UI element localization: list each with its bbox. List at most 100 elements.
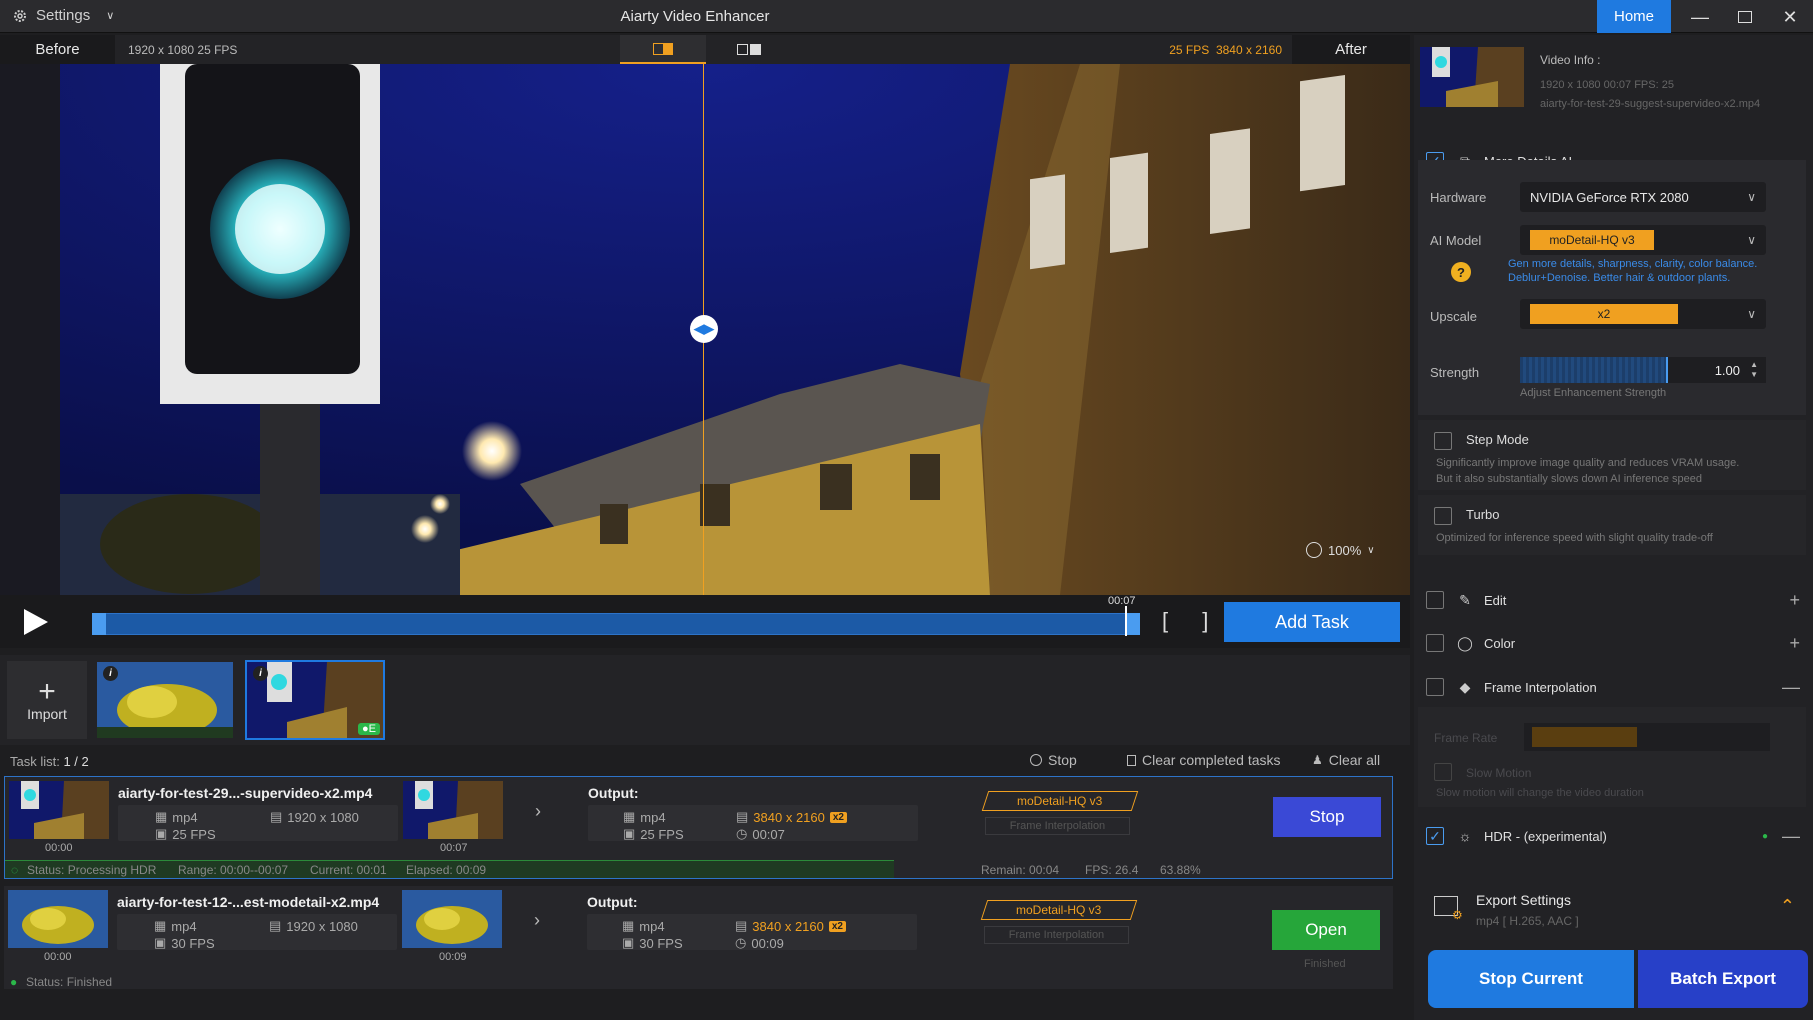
task2-out-resolution-value: 3840 x 2160 [752, 918, 824, 934]
task1-output-thumb [403, 781, 503, 839]
export-settings-label: Export Settings [1476, 892, 1571, 908]
ai-model-select[interactable]: moDetail-HQ v3 ∨ [1520, 225, 1766, 255]
minimize-icon: — [1691, 6, 1709, 27]
task1-out-resolution: ▤ 3840 x 2160 x2 [736, 809, 847, 825]
close-button[interactable]: ✕ [1770, 4, 1810, 30]
media-thumb-street[interactable]: i ●E [245, 660, 385, 740]
maximize-icon [1738, 11, 1752, 23]
color-checkbox[interactable] [1426, 634, 1444, 652]
playhead[interactable] [1125, 606, 1127, 636]
task-row-2[interactable]: 00:00 aiarty-for-test-12-...est-modetail… [4, 886, 1393, 989]
frame-interp-box: Frame Rate Slow Motion Slow motion will … [1418, 707, 1806, 807]
tasklist-count: 1 / 2 [63, 754, 89, 769]
clear-all-button[interactable]: ♟ Clear all [1312, 752, 1380, 768]
expand-plus-icon[interactable]: + [1789, 590, 1800, 611]
play-button[interactable] [18, 605, 52, 639]
split-view-button[interactable] [620, 35, 706, 64]
hdr-section[interactable]: ✓ ☼ HDR - (experimental) ● — [1418, 816, 1806, 856]
resolution-icon: ▤ [269, 918, 282, 933]
task2-name: aiarty-for-test-12-...est-modetail-x2.mp… [117, 894, 380, 910]
timeline-track[interactable] [92, 606, 1140, 636]
task2-fps-value: 30 FPS [171, 935, 215, 951]
task2-format: ▦ mp4 [154, 918, 197, 934]
hdr-label: HDR - (experimental) [1484, 828, 1607, 844]
frame-rate-select[interactable] [1524, 723, 1770, 751]
frame-interp-section[interactable]: ◆ Frame Interpolation — [1418, 667, 1806, 707]
help-icon[interactable]: ? [1451, 262, 1471, 282]
task1-out-duration-value: 00:07 [752, 826, 785, 842]
task1-stop-button[interactable]: Stop [1273, 797, 1381, 837]
task2-status: Status: Finished [26, 975, 113, 989]
stop-all-button[interactable]: Stop [1030, 752, 1077, 768]
stepper-arrows-icon[interactable]: ▲ ▼ [1750, 360, 1758, 380]
side-by-side-button[interactable] [706, 35, 792, 64]
collapse-minus-icon[interactable]: — [1782, 826, 1800, 847]
task1-in-time: 00:00 [45, 842, 73, 854]
color-label: Color [1484, 635, 1516, 651]
split-arrows-icon: ◀▶ [694, 321, 714, 336]
trash-icon [1127, 754, 1136, 766]
split-view-icon [653, 42, 673, 55]
ai-model-desc: Gen more details, sharpness, clarity, co… [1508, 258, 1758, 284]
task-row-1[interactable]: 00:00 aiarty-for-test-29...-supervideo-x… [4, 776, 1393, 879]
edit-section[interactable]: ✎ Edit + [1418, 580, 1806, 620]
home-button[interactable]: Home [1597, 0, 1671, 33]
preview-area: Before 1920 x 1080 25 FPS 25 FPS 3840 x … [0, 35, 1410, 595]
color-section[interactable]: ◯ Color + [1418, 623, 1806, 663]
plus-icon: + [38, 675, 56, 708]
trim-start-handle[interactable] [92, 613, 106, 635]
frame-interp-checkbox[interactable] [1426, 678, 1444, 696]
clear-completed-button[interactable]: Clear completed tasks [1127, 752, 1281, 768]
strength-stepper[interactable]: 1.00 ▲ ▼ [1668, 357, 1766, 383]
task2-output-thumb [402, 890, 502, 948]
film-icon: ▦ [155, 809, 168, 824]
info-badge[interactable]: i [103, 666, 118, 681]
task1-out-format: ▦ mp4 [623, 809, 666, 825]
turbo-checkbox[interactable] [1434, 507, 1452, 525]
output-res: 3840 x 2160 [1215, 43, 1282, 57]
task2-status-row: ● Status: Finished [4, 972, 1393, 990]
info-badge[interactable]: i [253, 666, 268, 681]
export-settings[interactable]: ⚙ Export Settings mp4 [ H.265, AAC ] ⌃ [1414, 880, 1813, 940]
export-gear-icon: ⚙ [1452, 908, 1463, 922]
expand-plus-icon[interactable]: + [1789, 633, 1800, 654]
task1-range: Range: 00:00--00:07 [178, 863, 289, 877]
task1-elapsed: Elapsed: 00:09 [406, 863, 487, 877]
task1-resolution-value: 1920 x 1080 [287, 809, 359, 825]
batch-export-button[interactable]: Batch Export [1638, 950, 1808, 1008]
settings-panel: Video Info : 1920 x 1080 00:07 FPS: 25 a… [1414, 35, 1813, 1020]
add-task-button[interactable]: Add Task [1224, 602, 1400, 642]
upscale-label: Upscale [1430, 309, 1477, 324]
source-info: 1920 x 1080 25 FPS [128, 43, 238, 57]
hdr-icon: ☼ [1458, 828, 1472, 844]
task2-scale-badge: x2 [828, 920, 846, 932]
minimize-button[interactable]: — [1680, 4, 1720, 30]
trim-end-handle[interactable] [1126, 613, 1140, 635]
chevron-down-icon: ∨ [1367, 544, 1375, 556]
edit-checkbox[interactable] [1426, 591, 1444, 609]
upscale-select[interactable]: x2 ∨ [1520, 299, 1766, 329]
video-info-title: Video Info : [1540, 53, 1601, 67]
stop-current-button[interactable]: Stop Current [1428, 950, 1634, 1008]
hdr-checkbox[interactable]: ✓ [1426, 827, 1444, 845]
zoom-level: 100% [1328, 542, 1362, 558]
slow-motion-label: Slow Motion [1466, 766, 1532, 780]
import-button[interactable]: + Import [7, 661, 87, 739]
strength-slider[interactable] [1520, 357, 1668, 383]
media-thumb-flowers[interactable]: i [95, 660, 235, 740]
trim-brackets-button[interactable]: [ ] [1162, 608, 1222, 634]
slow-motion-checkbox[interactable] [1434, 763, 1452, 781]
broom-icon: ♟ [1312, 753, 1323, 767]
collapse-minus-icon[interactable]: — [1782, 677, 1800, 698]
split-handle[interactable]: ◀▶ [690, 315, 718, 343]
hardware-select[interactable]: NVIDIA GeForce RTX 2080 ∨ [1520, 182, 1766, 212]
task1-name: aiarty-for-test-29...-supervideo-x2.mp4 [118, 785, 373, 801]
arrow-right-icon: › [534, 910, 540, 930]
task2-open-button[interactable]: Open [1272, 910, 1380, 950]
step-mode-checkbox[interactable] [1434, 432, 1452, 450]
zoom-control[interactable]: 100% ∨ [1306, 542, 1375, 558]
maximize-button[interactable] [1725, 4, 1765, 30]
chevron-up-icon[interactable]: ⌃ [1780, 896, 1795, 917]
clear-all-label: Clear all [1328, 752, 1381, 768]
slow-motion-desc: Slow motion will change the video durati… [1436, 787, 1644, 799]
